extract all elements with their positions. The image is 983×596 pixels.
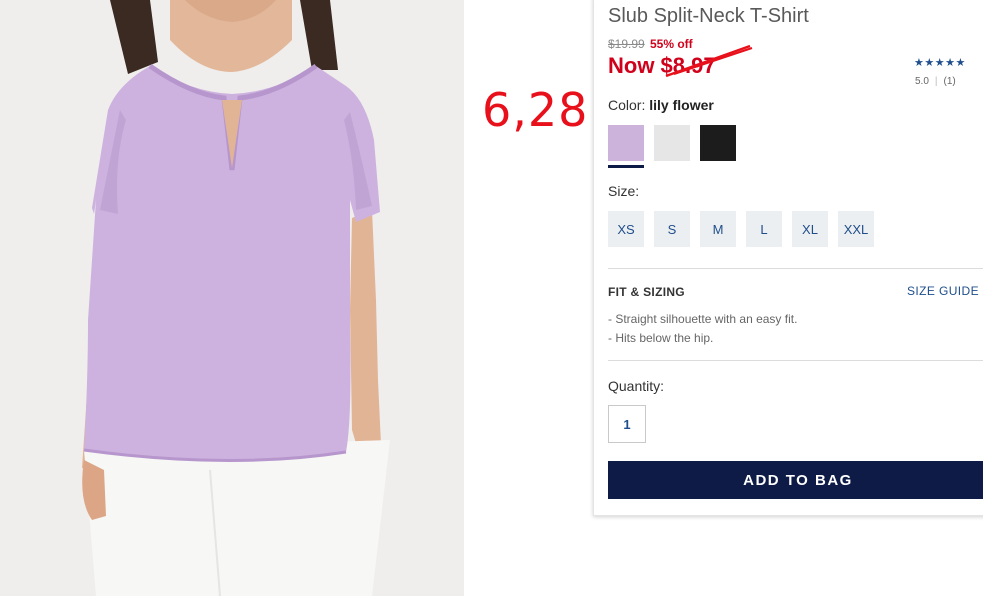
quantity-input[interactable]: 1	[608, 405, 646, 443]
handwritten-price-annotation: 6,28	[482, 83, 589, 137]
size-option-xxl[interactable]: XXL	[838, 211, 874, 247]
size-option-l[interactable]: L	[746, 211, 782, 247]
product-title: Slub Split-Neck T-Shirt	[608, 5, 809, 27]
size-option-m[interactable]: M	[700, 211, 736, 247]
color-label-prefix: Color:	[608, 97, 646, 113]
fit-detail-item: - Straight silhouette with an easy fit.	[608, 312, 798, 326]
add-to-bag-button[interactable]: ADD TO BAG	[608, 461, 983, 499]
original-price: $19.99	[608, 37, 645, 51]
price-strikethrough-mark	[665, 44, 753, 78]
selected-swatch-indicator	[608, 165, 644, 168]
color-swatch-black[interactable]	[700, 125, 736, 161]
size-option-s[interactable]: S	[654, 211, 690, 247]
color-swatch-white[interactable]	[654, 125, 690, 161]
fit-sizing-heading: FIT & SIZING	[608, 285, 685, 299]
rating-score: 5.0	[915, 76, 929, 87]
quantity-label: Quantity:	[608, 378, 665, 394]
color-swatch-lily-flower[interactable]	[608, 125, 644, 161]
review-count: (1)	[943, 76, 956, 87]
color-label: Color: lily flower	[608, 97, 714, 113]
size-label: Size:	[608, 183, 640, 199]
size-option-xs[interactable]: XS	[608, 211, 644, 247]
divider	[608, 360, 983, 361]
size-guide-link[interactable]: SIZE GUIDE	[907, 284, 979, 298]
rating-summary[interactable]: 5.0 | (1)	[915, 76, 956, 87]
rating-stars-icon[interactable]: ★★★★★	[914, 56, 966, 69]
size-option-xl[interactable]: XL	[792, 211, 828, 247]
fit-detail-item: - Hits below the hip.	[608, 331, 714, 345]
selected-color-name: lily flower	[649, 97, 714, 113]
divider	[608, 268, 983, 269]
product-image[interactable]	[0, 0, 464, 596]
rating-separator: |	[934, 76, 938, 87]
